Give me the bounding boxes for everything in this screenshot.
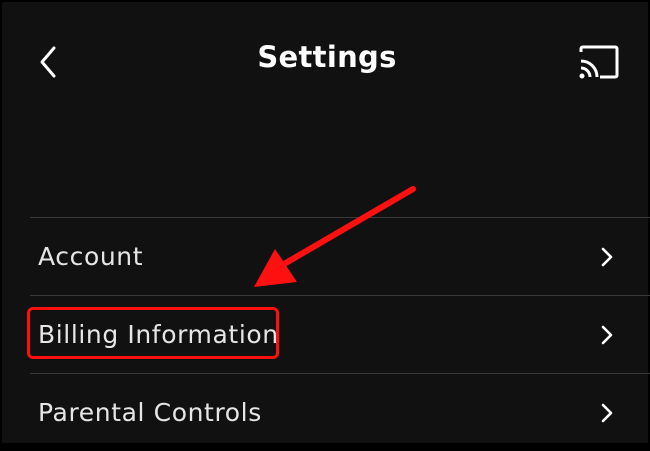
cast-button[interactable]: [576, 44, 622, 80]
highlight-box: [27, 307, 279, 359]
cast-icon: [579, 45, 619, 79]
menu-item-account[interactable]: Account: [2, 218, 650, 295]
chevron-right-icon: [601, 403, 613, 423]
menu-item-parental-controls[interactable]: Parental Controls: [2, 374, 650, 451]
chevron-right-icon: [601, 325, 613, 345]
header: Settings: [2, 2, 650, 122]
page-title: Settings: [257, 40, 397, 74]
chevron-right-icon: [601, 247, 613, 267]
menu-item-label: Account: [38, 242, 144, 271]
settings-screen: Settings Account Billing Information Par…: [0, 0, 650, 445]
menu-item-label: Parental Controls: [38, 398, 262, 427]
